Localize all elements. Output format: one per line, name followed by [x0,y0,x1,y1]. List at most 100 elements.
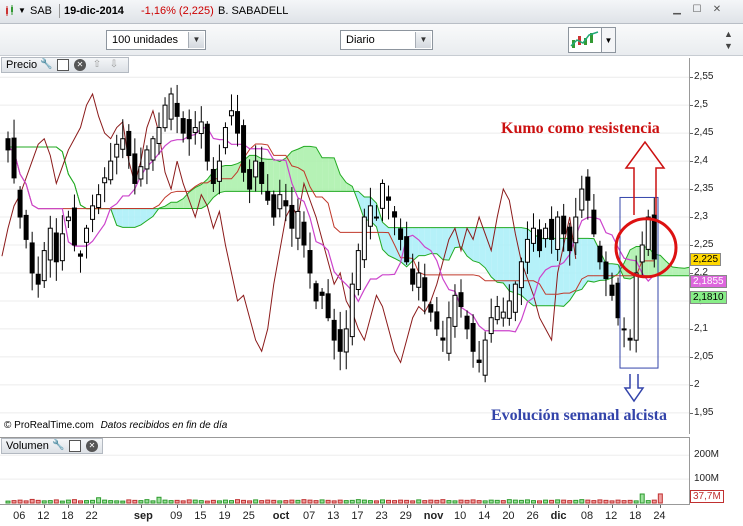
x-tick-label: 20 [502,510,515,522]
volume-bar [301,499,307,504]
x-tick-label: nov [423,510,444,522]
x-tick-mark [225,505,227,508]
volume-bar [156,496,162,504]
candle [639,244,645,263]
candle [500,311,506,319]
title-bar: ▼ SAB 19-dic-2014 -1,16% (2,225) B. SABA… [0,0,743,24]
candle [77,253,83,257]
volume-bar [603,499,609,504]
candle [138,166,144,180]
credit-note: Datos recibidos en fin de día [100,420,228,431]
candle [53,232,59,263]
maximize-icon[interactable]: ☐ [690,4,704,18]
volume-bar [11,500,17,504]
resistance-annotation: Kumo como resistencia [501,120,660,137]
candle [17,189,23,218]
chart-type-icon[interactable] [4,5,16,17]
y-tick-mark [690,272,693,274]
chevron-down-icon[interactable]: ▼ [188,32,204,48]
x-tick-mark [279,505,281,508]
volume-bar [404,499,410,504]
volume-bar [349,499,355,504]
candle [307,250,313,274]
volume-bar [289,499,295,504]
y-tick-mark [690,245,693,246]
candle [277,194,283,210]
volume-bar [168,500,174,504]
x-tick-mark [636,505,638,508]
x-tick-mark [358,505,360,508]
x-tick-label: 10 [454,510,467,522]
candle [373,216,379,219]
candle [597,245,603,263]
kumo-segment [267,159,274,192]
candle [633,272,639,341]
volume-bar [53,499,59,504]
kumo-segment [122,208,129,228]
volume-bar [585,499,591,504]
candle [561,215,567,235]
volume-bar [470,499,476,504]
candle [265,190,271,201]
kumo-segment [273,159,280,192]
close-icon[interactable]: ✕ [710,4,724,18]
y-tick-mark [690,189,693,191]
x-tick-mark [249,505,251,508]
volume-bar [597,499,603,504]
volume-bar [410,500,416,504]
candle [404,236,410,263]
candle [192,127,198,133]
volume-bar [543,499,549,504]
volume-bar [265,499,271,504]
volume-bar [47,500,53,504]
period-select[interactable]: Diario ▼ [340,30,433,50]
volume-bar [379,499,385,504]
y-tick-mark [690,133,693,135]
toolbar-expand-button[interactable]: ▲ ▼ [724,28,738,52]
candle [331,319,337,341]
candle [198,121,204,135]
x-tick-label: 15 [194,510,207,522]
kumo-segment [497,227,504,284]
candle [452,294,458,327]
volume-bar [29,498,35,504]
x-tick-label: 12 [37,510,50,522]
x-tick-label: 23 [375,510,388,522]
candle [464,315,470,330]
indicators-menu-button[interactable]: ▼ [602,27,616,53]
candle [247,169,253,190]
volume-bar [41,500,47,504]
credit-text: © ProRealTime.com Datos recibidos en fin… [4,420,227,431]
candle [337,329,343,352]
x-tick-mark [44,505,46,508]
candle [216,160,222,182]
x-tick-label: 12 [605,510,618,522]
minimize-icon[interactable]: ▁ [670,4,684,18]
y-tick-mark [690,356,693,358]
volume-bar [331,500,337,504]
volume-bar [627,499,633,504]
y-tick-mark [690,161,693,163]
price-y-axis: 2,552,52,452,42,352,32,252,22,152,12,052… [690,58,743,434]
x-tick-label: 22 [85,510,98,522]
volume-bar [488,499,494,504]
volume-bar [561,499,567,504]
candle [186,119,192,140]
candle [476,359,482,363]
symbol-label[interactable]: SAB [30,5,52,17]
indicators-button[interactable] [568,27,602,53]
x-tick-label: 26 [526,510,539,522]
candle [283,200,289,207]
volume-chart[interactable] [0,437,690,504]
x-tick-label: oct [272,510,290,522]
volume-bar [277,500,283,504]
price-chart[interactable] [0,58,690,434]
volume-bar [65,499,71,504]
symbol-dropdown-icon[interactable]: ▼ [18,6,26,15]
volume-bar [645,500,651,504]
quantity-select[interactable]: 100 unidades ▼ [106,30,206,50]
candle [241,125,247,173]
chevron-down-icon[interactable]: ▼ [415,32,431,48]
kumo-segment [316,147,323,192]
y-tick-label: 2,1 [694,322,708,334]
